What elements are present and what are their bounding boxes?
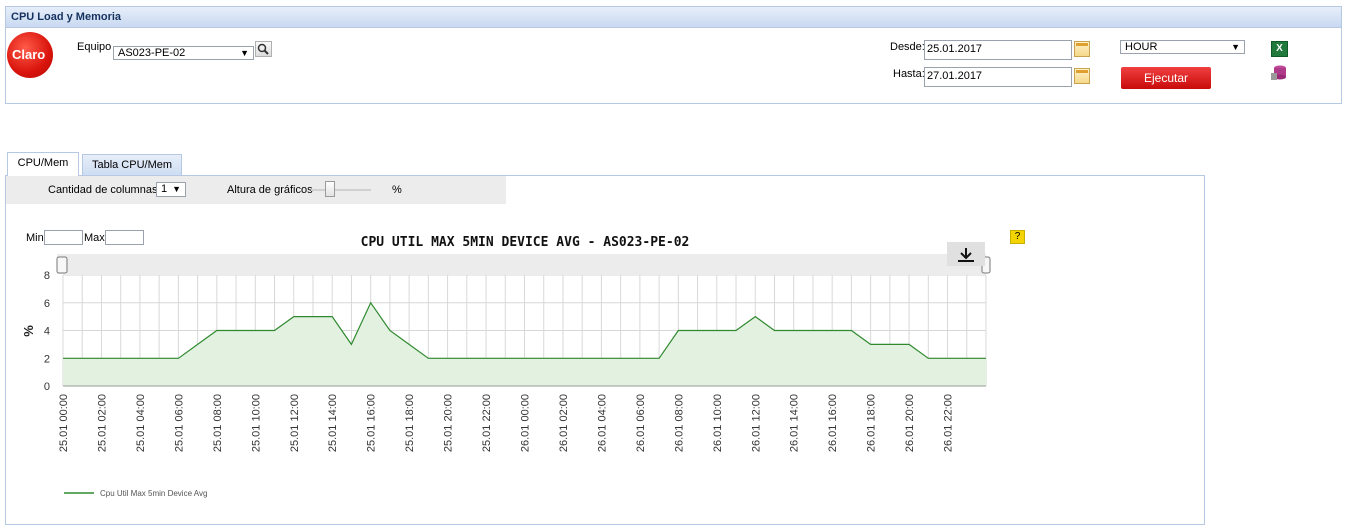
x-tick-label: 26.01 20:00 — [904, 394, 916, 452]
x-tick-label: 26.01 16:00 — [827, 394, 839, 452]
download-button[interactable] — [947, 242, 985, 266]
x-tick-label: 26.01 08:00 — [673, 394, 685, 452]
x-tick-label: 26.01 02:00 — [558, 394, 570, 452]
x-tick-label: 26.01 22:00 — [943, 394, 955, 452]
x-tick-label: 25.01 10:00 — [250, 394, 262, 452]
x-tick-label: 26.01 12:00 — [750, 394, 762, 452]
y-tick-label: 8 — [44, 270, 50, 282]
tab-cpu-mem[interactable]: CPU/Mem — [7, 152, 79, 176]
x-tick-label: 26.01 00:00 — [520, 394, 532, 452]
x-axis: 25.01 00:00 25.01 02:00 25.01 04:00 25.01 0… — [58, 394, 955, 452]
x-tick-label: 25.01 08:00 — [212, 394, 224, 452]
x-tick-label: 26.01 06:00 — [635, 394, 647, 452]
y-tick-label: 0 — [44, 381, 50, 393]
x-tick-label: 26.01 10:00 — [712, 394, 724, 452]
chart-title: CPU UTIL MAX 5MIN DEVICE AVG - AS023-PE-… — [361, 235, 690, 250]
navigator-left-handle[interactable] — [56, 256, 68, 274]
x-tick-label: 25.01 14:00 — [327, 394, 339, 452]
x-tick-label: 25.01 02:00 — [96, 394, 108, 452]
x-tick-label: 25.01 22:00 — [481, 394, 493, 452]
x-tick-label: 25.01 16:00 — [366, 394, 378, 452]
y-tick-label: 4 — [44, 326, 50, 338]
x-tick-label: 25.01 06:00 — [173, 394, 185, 452]
cpu-chart: CPU UTIL MAX 5MIN DEVICE AVG - AS023-PE-… — [21, 235, 991, 498]
y-axis-label: % — [21, 325, 36, 337]
x-tick-label: 26.01 14:00 — [789, 394, 801, 452]
x-tick-label: 26.01 04:00 — [596, 394, 608, 452]
x-tick-label: 25.01 00:00 — [58, 394, 70, 452]
y-tick-label: 2 — [44, 353, 50, 365]
x-tick-label: 25.01 12:00 — [289, 394, 301, 452]
x-tick-label: 25.01 20:00 — [443, 394, 455, 452]
legend-label: Cpu Util Max 5min Device Avg — [100, 489, 207, 498]
x-tick-label: 26.01 18:00 — [866, 394, 878, 452]
navigator-bar[interactable] — [57, 254, 986, 274]
x-tick-label: 25.01 18:00 — [404, 394, 416, 452]
y-tick-label: 6 — [44, 298, 50, 310]
y-axis: 0 2 4 6 8 — [44, 270, 50, 393]
x-tick-label: 25.01 04:00 — [135, 394, 147, 452]
legend[interactable]: Cpu Util Max 5min Device Avg — [64, 489, 207, 498]
